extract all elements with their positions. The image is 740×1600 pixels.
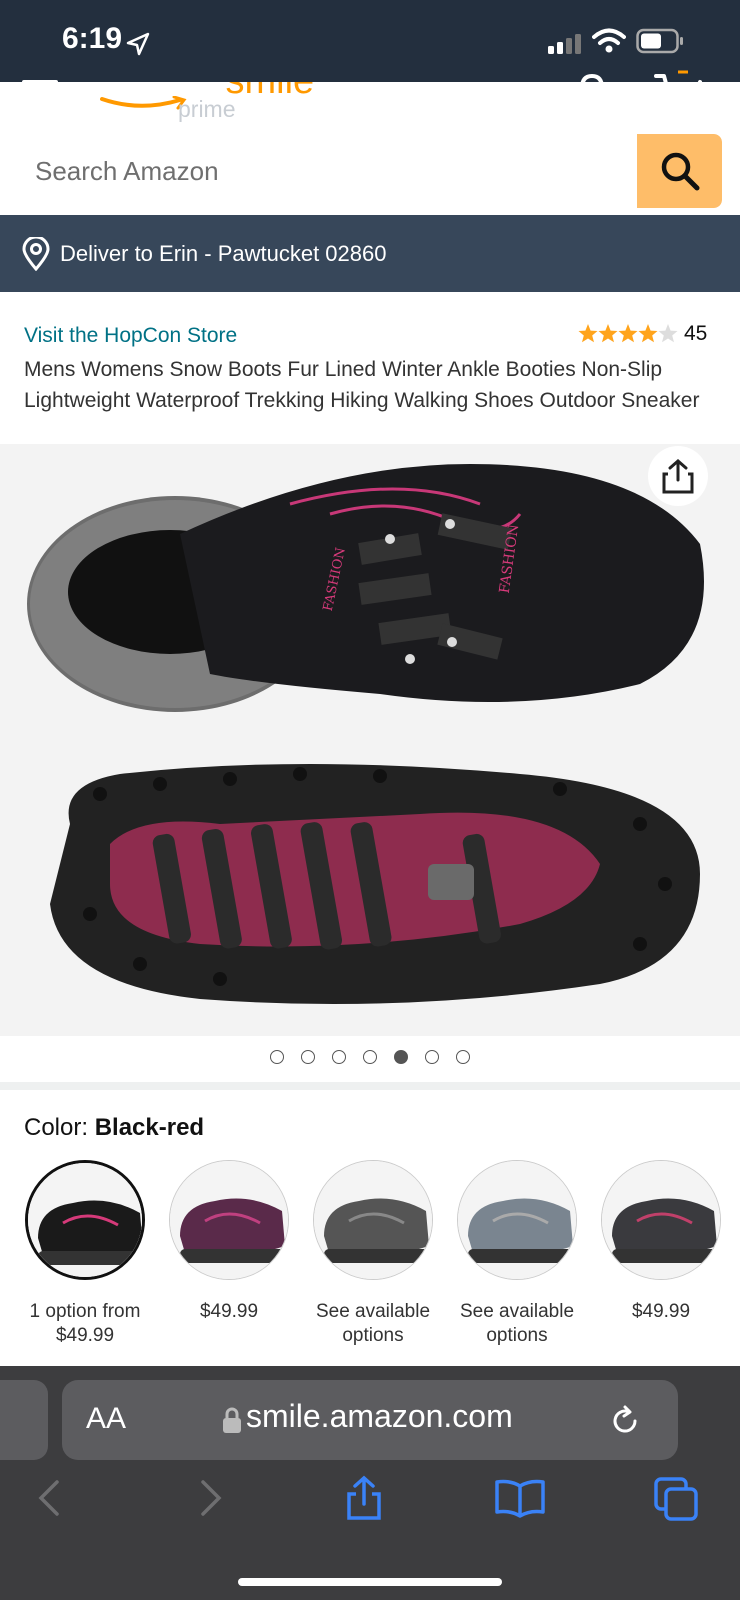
- selected-color: Black-red: [94, 1114, 205, 1141]
- book-icon: [495, 1479, 545, 1518]
- reload-icon[interactable]: [608, 1404, 642, 1438]
- color-swatch[interactable]: See available options: [301, 1160, 445, 1348]
- swatch-price-line1: $49.99: [631, 1301, 691, 1322]
- swatch-shoe-icon: [28, 1163, 142, 1277]
- account-link[interactable]: Erin ›: [508, 78, 564, 104]
- logo-prime-text: prime: [178, 96, 236, 122]
- address-bar[interactable]: AA smile.amazon.com: [62, 1380, 678, 1460]
- color-label: Color: Black-red: [24, 1114, 204, 1142]
- product-title: Mens Womens Snow Boots Fur Lined Winter …: [24, 358, 700, 412]
- pagination-dot[interactable]: [270, 1050, 284, 1064]
- swatch-price-line1: See available: [459, 1301, 575, 1322]
- product-image[interactable]: FASHION FASHION: [0, 444, 740, 1036]
- color-swatch[interactable]: 1 option from $49.99: [13, 1160, 157, 1348]
- swatch-shoe-icon: [314, 1161, 432, 1279]
- swatch-image: [313, 1160, 433, 1280]
- image-pagination: [0, 1050, 740, 1070]
- swatch-image: [169, 1160, 289, 1280]
- swatch-image: [25, 1160, 145, 1280]
- search-icon: [661, 152, 699, 191]
- swatch-price: 1 option from $49.99: [13, 1300, 157, 1348]
- cart-icon[interactable]: [654, 68, 706, 110]
- lock-icon: [223, 1407, 241, 1433]
- amazon-smile-logo[interactable]: amazonsmile prime: [84, 82, 324, 134]
- color-swatch[interactable]: See available options: [445, 1160, 589, 1348]
- pagination-dot[interactable]: [394, 1050, 408, 1064]
- color-swatch[interactable]: $49.99: [589, 1160, 733, 1324]
- chevron-left-icon: [38, 1480, 59, 1516]
- amazon-header: amazonsmile prime Erin ›: [0, 0, 740, 215]
- logo-smile-text: smile: [225, 82, 314, 102]
- back-button[interactable]: [20, 1468, 80, 1528]
- rating-count: 45: [684, 322, 708, 345]
- pagination-dot[interactable]: [425, 1050, 439, 1064]
- swatch-price: See available options: [301, 1300, 445, 1348]
- swatch-price: See available options: [445, 1300, 589, 1348]
- forward-button[interactable]: [180, 1468, 240, 1528]
- deliver-to-text: Deliver to Erin - Pawtucket 02860: [60, 241, 387, 266]
- swatch-image: [457, 1160, 577, 1280]
- menu-icon[interactable]: [22, 78, 60, 104]
- pagination-dot[interactable]: [456, 1050, 470, 1064]
- swatch-price-line2: options: [342, 1325, 404, 1346]
- deliver-to-bar[interactable]: Deliver to Erin - Pawtucket 02860: [0, 215, 740, 292]
- share-icon: [662, 459, 694, 494]
- swatch-price-line1: See available: [315, 1301, 431, 1322]
- color-swatches: 1 option from $49.99 $49.99 See available op…: [0, 1160, 740, 1360]
- color-swatch[interactable]: $49.99: [157, 1160, 301, 1324]
- search-input[interactable]: [17, 134, 637, 208]
- star-rating-icon: [578, 324, 678, 343]
- pagination-dot[interactable]: [332, 1050, 346, 1064]
- swatch-price: $49.99: [589, 1300, 733, 1324]
- swatch-price: $49.99: [157, 1300, 301, 1324]
- pagination-dot[interactable]: [301, 1050, 315, 1064]
- chevron-right-icon: [201, 1480, 222, 1516]
- rating[interactable]: 45: [578, 322, 707, 346]
- search-bar: [17, 134, 722, 208]
- location-pin-icon: [22, 237, 50, 271]
- pagination-dot[interactable]: [363, 1050, 377, 1064]
- search-button[interactable]: [637, 134, 722, 208]
- product-photo: FASHION FASHION: [27, 464, 704, 1004]
- tabs-button[interactable]: [646, 1468, 706, 1528]
- swatch-price-line2: $49.99: [55, 1325, 115, 1346]
- swatch-shoe-icon: [170, 1161, 288, 1279]
- browser-toolbar: AA smile.amazon.com: [0, 1366, 740, 1600]
- url-text: smile.amazon.com: [246, 1398, 513, 1434]
- swatch-image: [601, 1160, 721, 1280]
- text-size-button[interactable]: AA: [86, 1402, 126, 1436]
- smile-arrow-icon: [100, 96, 187, 110]
- swatch-price-line1: $49.99: [199, 1301, 259, 1322]
- swatch-shoe-icon: [602, 1161, 720, 1279]
- store-link[interactable]: Visit the HopCon Store: [24, 324, 237, 348]
- shoe-top-view: FASHION FASHION: [27, 464, 704, 712]
- section-divider: [0, 1082, 740, 1090]
- swatch-price-line2: options: [486, 1325, 548, 1346]
- color-label-prefix: Color:: [24, 1114, 89, 1141]
- share-button[interactable]: [648, 446, 708, 506]
- previous-tab-stub[interactable]: [0, 1380, 48, 1460]
- swatch-shoe-icon: [458, 1161, 576, 1279]
- account-icon[interactable]: [570, 72, 614, 108]
- shoe-sole-view: [50, 764, 700, 1004]
- home-indicator: [238, 1578, 502, 1586]
- share-toolbar-button[interactable]: [334, 1468, 394, 1528]
- share-icon: [347, 1475, 381, 1520]
- swatch-price-line1: 1 option from: [29, 1301, 141, 1322]
- bookmarks-button[interactable]: [490, 1468, 550, 1528]
- tabs-icon: [654, 1477, 698, 1521]
